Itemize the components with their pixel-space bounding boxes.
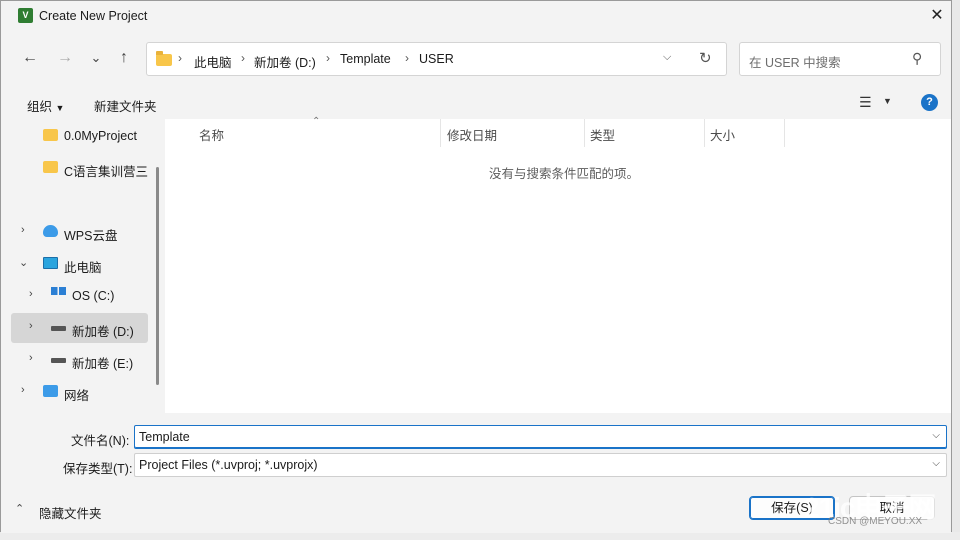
breadcrumb-separator-icon: ›: [178, 51, 182, 65]
arrow-right-icon: →: [57, 49, 73, 66]
navigation-pane: 0.0MyProject C语言集训营三期 › WPS云盘 ⌄ 此电脑 › OS…: [1, 119, 161, 413]
up-button[interactable]: ↑: [113, 47, 135, 69]
watermark-text: CSDN @MEYOU.XX: [828, 516, 923, 527]
chevron-down-icon: ⌄: [90, 50, 102, 65]
organize-menu[interactable]: 组织 ▼: [27, 96, 64, 115]
chevron-right-icon[interactable]: ›: [21, 384, 25, 396]
chevron-down-icon[interactable]: ⌵: [932, 458, 940, 469]
sidebar-item-label: 网络: [64, 389, 90, 403]
breadcrumb-template[interactable]: Template: [340, 52, 391, 66]
column-divider[interactable]: [440, 119, 441, 147]
address-bar[interactable]: › 此电脑 › 新加卷 (D:) › Template › USER ⌵ ↻: [146, 42, 727, 76]
help-icon[interactable]: ?: [921, 94, 938, 111]
file-list: ⌃ 名称 修改日期 类型 大小 没有与搜索条件匹配的项。: [165, 116, 951, 413]
folder-icon: [156, 51, 172, 66]
title-bar: V Create New Project ✕: [1, 1, 951, 31]
drive-icon: [51, 326, 66, 331]
recent-locations-button[interactable]: ⌄: [85, 47, 107, 69]
forward-button[interactable]: →: [54, 47, 76, 69]
sidebar-item-label: 新加卷 (D:): [72, 325, 134, 339]
sidebar-item-myproject[interactable]: 0.0MyProject: [11, 121, 148, 151]
background-bottom: [0, 532, 960, 540]
filetype-value: Project Files (*.uvproj; *.uvprojx): [139, 458, 318, 472]
caret-down-icon: ▼: [55, 103, 65, 113]
sidebar-item-label: C语言集训营三期: [64, 165, 148, 179]
sidebar-item-label: 此电脑: [64, 261, 102, 275]
windows-drive-icon: [51, 287, 66, 295]
arrow-up-icon: ↑: [120, 49, 128, 66]
filetype-select[interactable]: Project Files (*.uvproj; *.uvprojx) ⌵: [134, 453, 947, 477]
column-header-modified[interactable]: 修改日期: [447, 125, 497, 144]
drive-icon: [51, 358, 66, 363]
sidebar-item-wps-cloud[interactable]: › WPS云盘: [11, 217, 148, 247]
column-header-size[interactable]: 大小: [710, 125, 735, 144]
arrow-left-icon: ←: [22, 49, 38, 66]
chevron-right-icon[interactable]: ›: [29, 352, 33, 364]
breadcrumb-separator-icon: ›: [405, 51, 409, 65]
navigation-scrollbar[interactable]: [156, 167, 159, 385]
filename-value[interactable]: Template: [139, 430, 190, 444]
breadcrumb-drive-d[interactable]: 新加卷 (D:): [254, 52, 316, 71]
filename-field[interactable]: Template ⌵: [134, 425, 947, 449]
chevron-right-icon[interactable]: ›: [29, 320, 33, 332]
column-divider[interactable]: [584, 119, 585, 147]
back-button[interactable]: ←: [19, 47, 41, 69]
search-input[interactable]: 在 USER 中搜索: [749, 52, 841, 71]
breadcrumb-separator-icon: ›: [326, 51, 330, 65]
close-icon: ✕: [930, 7, 944, 24]
app-icon: V: [18, 8, 33, 23]
column-divider[interactable]: [704, 119, 705, 147]
sidebar-item-c-course[interactable]: C语言集训营三期: [11, 153, 148, 183]
hide-folders-toggle[interactable]: 隐藏文件夹: [39, 503, 102, 522]
chevron-down-icon[interactable]: ⌵: [932, 430, 940, 441]
chevron-up-icon[interactable]: ⌃: [15, 502, 24, 515]
folder-icon: [43, 129, 58, 141]
breadcrumb-separator-icon: ›: [241, 51, 245, 65]
cloud-icon: [43, 225, 58, 237]
sidebar-item-label: 0.0MyProject: [64, 129, 137, 143]
chevron-right-icon[interactable]: ›: [21, 224, 25, 236]
breadcrumb-user[interactable]: USER: [419, 52, 454, 66]
chevron-down-icon[interactable]: ⌄: [19, 256, 28, 269]
sidebar-item-label: OS (C:): [72, 289, 115, 303]
view-list-icon[interactable]: ☰: [859, 94, 872, 111]
command-bar: 组织 ▼ 新建文件夹 ☰ ▼ ?: [1, 89, 951, 117]
column-header-name[interactable]: 名称: [199, 125, 224, 144]
refresh-icon[interactable]: ↻: [699, 49, 712, 67]
address-dropdown-icon[interactable]: ⌵: [663, 51, 671, 64]
new-folder-button[interactable]: 新建文件夹: [94, 96, 157, 115]
column-header-type[interactable]: 类型: [590, 125, 615, 144]
filename-label: 文件名(N):: [71, 434, 130, 448]
column-divider[interactable]: [784, 119, 785, 147]
window-title: Create New Project: [39, 9, 148, 23]
sidebar-item-label: 新加卷 (E:): [72, 357, 134, 371]
network-icon: [43, 385, 58, 397]
search-box[interactable]: 在 USER 中搜索 ⚲: [739, 42, 941, 76]
navigation-bar: ← → ⌄ ↑ › 此电脑 › 新加卷 (D:) › Template › US…: [1, 39, 951, 79]
sidebar-item-drive-e[interactable]: › 新加卷 (E:): [11, 345, 148, 375]
save-dialog: V Create New Project ✕ ← → ⌄ ↑ › 此电脑 › 新…: [0, 0, 952, 533]
sidebar-item-drive-c[interactable]: › OS (C:): [11, 281, 148, 311]
sidebar-item-drive-d[interactable]: › 新加卷 (D:): [11, 313, 148, 343]
view-options-caret-icon[interactable]: ▼: [883, 96, 892, 106]
search-icon[interactable]: ⚲: [912, 50, 922, 67]
breadcrumb-this-pc[interactable]: 此电脑: [194, 52, 232, 71]
sort-ascending-icon: ⌃: [312, 116, 321, 127]
background-right: [952, 0, 960, 540]
sidebar-item-label: WPS云盘: [64, 229, 118, 243]
pc-icon: [43, 257, 58, 269]
close-button[interactable]: ✕: [923, 5, 951, 27]
sidebar-item-network[interactable]: › 网络: [11, 377, 148, 407]
empty-folder-message: 没有与搜索条件匹配的项。: [489, 167, 640, 181]
sidebar-item-this-pc[interactable]: ⌄ 此电脑: [11, 249, 148, 279]
chevron-right-icon[interactable]: ›: [29, 288, 33, 300]
organize-label: 组织: [27, 100, 53, 114]
filetype-label: 保存类型(T):: [63, 462, 133, 476]
folder-icon: [43, 161, 58, 173]
